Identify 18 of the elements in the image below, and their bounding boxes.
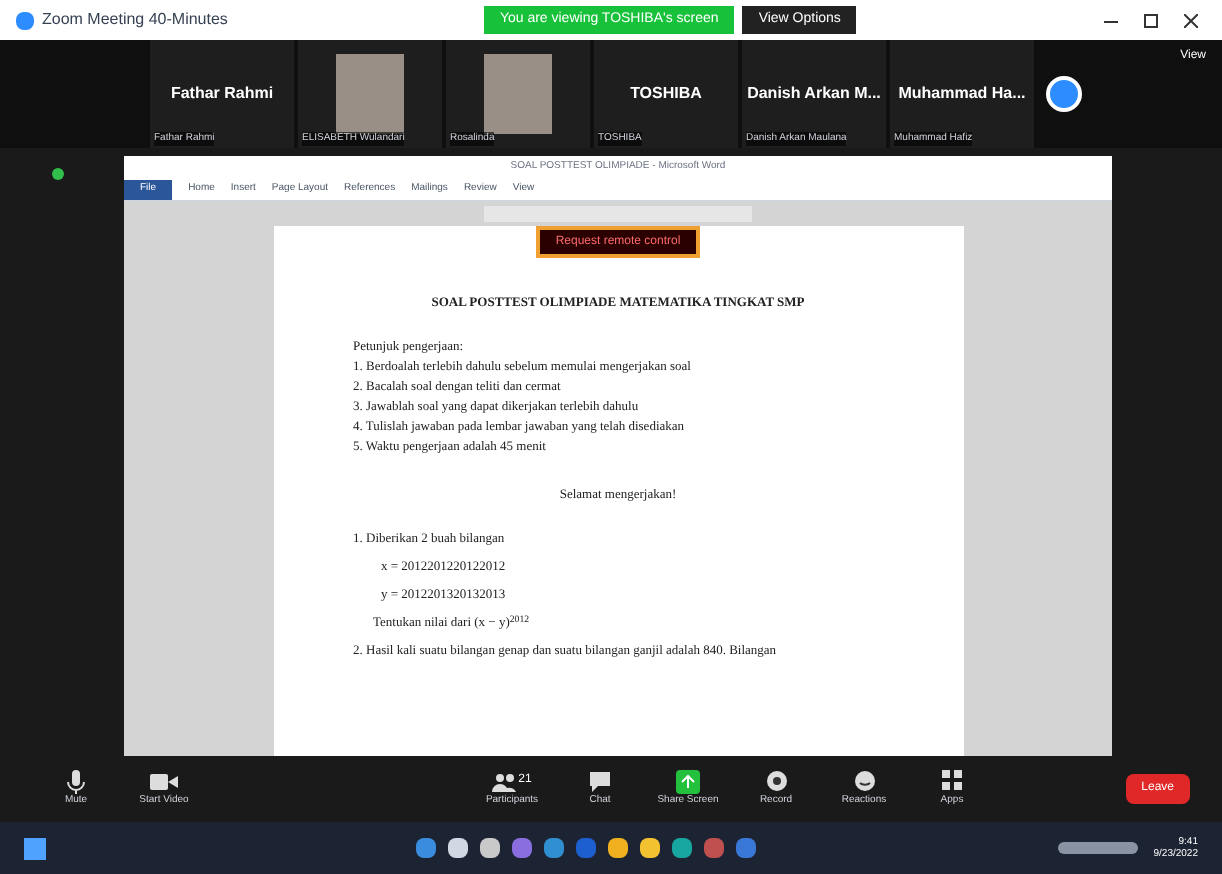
people-icon (492, 771, 517, 792)
microphone-icon (66, 769, 86, 794)
participant-name: Danish Arkan M... (747, 82, 881, 106)
participant-name: Muhammad Ha... (898, 82, 1026, 106)
windows-start-icon[interactable] (24, 837, 46, 859)
smiley-icon (853, 770, 875, 793)
participant-name: TOSHIBA (630, 82, 702, 106)
camera-icon (150, 771, 178, 792)
system-tray-icon[interactable] (1057, 842, 1138, 854)
photo-placeholder (336, 54, 404, 134)
participant-avatar (1046, 76, 1082, 112)
grid-icon (941, 770, 963, 793)
window-title: Zoom Meeting 40-Minutes (42, 8, 228, 32)
share-screen-icon (676, 769, 700, 794)
photo-placeholder (484, 54, 552, 134)
participant-name: Fathar Rahmi (170, 82, 274, 106)
record-icon (765, 770, 787, 793)
chat-bubble-icon (588, 770, 612, 793)
